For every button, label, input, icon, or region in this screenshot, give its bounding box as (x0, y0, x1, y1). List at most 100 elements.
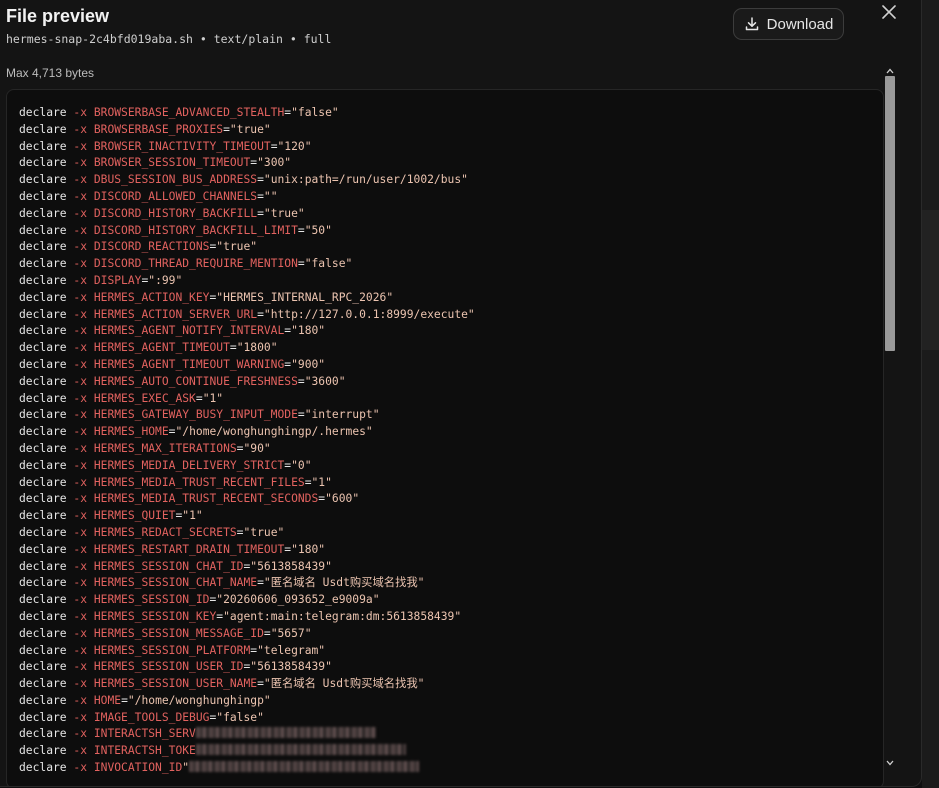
variable-value: "" (263, 189, 278, 203)
scrollbar-thumb[interactable] (885, 76, 895, 351)
variable-name: BROWSER_SESSION_TIMEOUT (93, 156, 251, 170)
code-line: declare -x HERMES_GATEWAY_BUSY_INPUT_MOD… (19, 407, 475, 424)
variable-name: HERMES_AGENT_TIMEOUT (93, 341, 230, 355)
code-line: declare -x BROWSER_SESSION_TIMEOUT="300" (19, 155, 475, 172)
code-flag: -x (73, 341, 88, 355)
code-equals: = (257, 677, 264, 691)
size-limit-label: Max 4,713 bytes (6, 66, 95, 80)
code-flag: -x (73, 408, 88, 422)
code-keyword: declare (19, 391, 67, 405)
code-flag: -x (73, 492, 88, 506)
variable-value: "true" (216, 240, 258, 254)
code-line: declare -x HERMES_AGENT_TIMEOUT="1800" (19, 340, 475, 357)
variable-name: HERMES_REDACT_SECRETS (93, 525, 237, 539)
redacted-value (189, 761, 420, 773)
code-equals: = (257, 307, 264, 321)
code-flag: -x (73, 156, 88, 170)
code-keyword: declare (19, 542, 67, 556)
code-keyword: declare (19, 273, 67, 287)
code-line: declare -x HERMES_MAX_ITERATIONS="90" (19, 441, 475, 458)
variable-name: DISCORD_HISTORY_BACKFILL_LIMIT (93, 223, 298, 237)
file-preview-dialog: File preview hermes-snap-2c4bfd019aba.sh… (0, 0, 922, 787)
variable-name: HERMES_SESSION_ID (93, 593, 210, 607)
variable-name: INTERACTSH_SERV (93, 727, 196, 741)
variable-value: "3600" (304, 374, 346, 388)
variable-value: "false" (216, 710, 264, 724)
download-button[interactable]: Download (733, 8, 844, 40)
code-flag: -x (73, 122, 88, 136)
code-keyword: declare (19, 509, 67, 523)
code-flag: -x (73, 273, 88, 287)
file-content-viewer[interactable]: declare -x BROWSERBASE_ADVANCED_STEALTH =… (6, 89, 884, 786)
variable-value: "1" (182, 509, 203, 523)
code-line: declare -x HERMES_SESSION_CHAT_ID="56138… (19, 559, 475, 576)
variable-value: "300" (257, 156, 292, 170)
close-icon (882, 4, 896, 22)
code-flag: -x (73, 643, 88, 657)
variable-value: "5613858439" (250, 660, 332, 674)
code-keyword: declare (19, 643, 67, 657)
code-flag: -x (73, 693, 88, 707)
code-flag: -x (73, 425, 88, 439)
variable-name: IMAGE_TOOLS_DEBUG (93, 710, 210, 724)
variable-value: "/home/wonghunghingp/.hermes" (175, 425, 373, 439)
variable-value: "50" (304, 223, 332, 237)
variable-value: "匿名域名 Usdt购买域名找我" (263, 576, 425, 590)
close-button[interactable] (878, 2, 900, 24)
code-line: declare -x HERMES_SESSION_KEY="agent:mai… (19, 609, 475, 626)
code-line: declare -x HERMES_RESTART_DRAIN_TIMEOUT=… (19, 542, 475, 559)
code-flag: -x (73, 626, 88, 640)
code-flag: -x (73, 391, 88, 405)
variable-name: HERMES_SESSION_CHAT_NAME (93, 576, 258, 590)
variable-name: DISPLAY (93, 273, 142, 287)
code-keyword: declare (19, 593, 67, 607)
code-keyword: declare (19, 357, 67, 371)
variable-name: HERMES_MEDIA_TRUST_RECENT_FILES (93, 475, 305, 489)
scroll-down-arrow-icon[interactable] (884, 758, 896, 768)
code-keyword: declare (19, 257, 67, 271)
code-keyword: declare (19, 609, 67, 623)
code-flag: -x (73, 189, 88, 203)
code-line: declare -x INTERACTSH_TOKE (19, 743, 475, 760)
code-flag: -x (73, 761, 88, 775)
variable-value: "true" (243, 525, 285, 539)
variable-value: "agent:main:telegram:dm:5613858439" (223, 609, 462, 623)
variable-value: "interrupt" (304, 408, 380, 422)
code-line: declare -x IMAGE_TOOLS_DEBUG="false" (19, 710, 475, 727)
variable-name: HERMES_SESSION_MESSAGE_ID (93, 626, 264, 640)
code-keyword: declare (19, 660, 67, 674)
code-keyword: declare (19, 106, 67, 119)
vertical-scrollbar[interactable] (884, 66, 896, 772)
code-line: declare -x HERMES_QUIET="1" (19, 508, 475, 525)
code-line: declare -x HERMES_AUTO_CONTINUE_FRESHNES… (19, 374, 475, 391)
code-flag: -x (73, 509, 88, 523)
code-flag: -x (73, 374, 88, 388)
variable-value: "/home/wonghunghingp" (127, 693, 271, 707)
variable-value: "5613858439" (250, 559, 332, 573)
code-keyword: declare (19, 458, 67, 472)
variable-value: "180" (291, 324, 326, 338)
code-keyword: declare (19, 525, 67, 539)
code-line: declare -x HOME="/home/wonghunghingp" (19, 693, 475, 710)
code-keyword: declare (19, 425, 67, 439)
code-keyword: declare (19, 744, 67, 758)
code-line: declare -x INTERACTSH_SERV (19, 726, 475, 743)
variable-value: "unix:path=/run/user/1002/bus" (263, 173, 468, 187)
variable-value: "0" (291, 458, 312, 472)
variable-name: HERMES_AGENT_NOTIFY_INTERVAL (93, 324, 285, 338)
variable-name: HERMES_RESTART_DRAIN_TIMEOUT (93, 542, 285, 556)
code-line: declare -x HERMES_AGENT_NOTIFY_INTERVAL=… (19, 323, 475, 340)
code-flag: -x (73, 475, 88, 489)
variable-name: HERMES_QUIET (93, 509, 176, 523)
code-keyword: declare (19, 492, 67, 506)
code-flag: -x (73, 307, 88, 321)
code-keyword: declare (19, 139, 67, 153)
code-flag: -x (73, 710, 88, 724)
variable-name: HOME (93, 693, 122, 707)
scroll-up-arrow-icon[interactable] (884, 66, 896, 76)
code-keyword: declare (19, 626, 67, 640)
code-flag: -x (73, 223, 88, 237)
code-flag: -x (73, 609, 88, 623)
code-keyword: declare (19, 223, 67, 237)
code-keyword: declare (19, 559, 67, 573)
